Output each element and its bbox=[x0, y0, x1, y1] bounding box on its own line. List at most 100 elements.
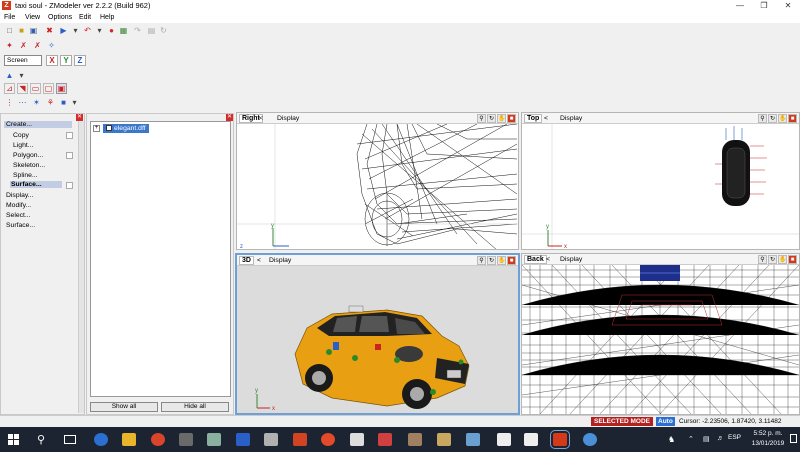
document-icon-2[interactable] bbox=[524, 433, 538, 446]
viewport-back[interactable]: Back < Display ⚲ ↻ ✋ ■ bbox=[521, 253, 800, 415]
zoom-icon-2[interactable]: ⚲ bbox=[758, 114, 767, 123]
pivot-dropdown-icon[interactable]: ▾ bbox=[16, 70, 27, 81]
show-all-button[interactable]: Show all bbox=[90, 402, 158, 412]
powerpoint-icon[interactable] bbox=[293, 433, 307, 446]
menu-file[interactable]: File bbox=[4, 14, 15, 21]
maximize-button[interactable]: ❐ bbox=[752, 0, 776, 12]
word-icon[interactable] bbox=[236, 433, 250, 446]
menu-view[interactable]: View bbox=[25, 14, 40, 21]
tree-item-elegant[interactable]: elegant.dff bbox=[103, 124, 149, 133]
menu-options[interactable]: Options bbox=[48, 14, 72, 21]
dropdown-icon[interactable]: ▾ bbox=[70, 25, 81, 36]
weld-icon[interactable]: ⋮ bbox=[4, 97, 15, 108]
copy-options-button[interactable] bbox=[66, 132, 73, 139]
viewport-top[interactable]: Top < Display ⚲ ↻ ✋ ■ y x bbox=[521, 112, 800, 250]
cmd-surface-sub[interactable]: Surface... bbox=[10, 181, 62, 188]
viewport-3d-canvas[interactable]: y x bbox=[237, 266, 518, 413]
cmd-select[interactable]: Select... bbox=[6, 212, 31, 219]
axis-z-button[interactable]: Z bbox=[74, 55, 86, 66]
app-icon-7[interactable] bbox=[264, 433, 278, 446]
viewport-right-mode[interactable]: Display bbox=[277, 115, 299, 122]
chevron-up-icon[interactable]: ⌃ bbox=[688, 435, 694, 443]
panel-close-icon[interactable]: ✕ bbox=[76, 114, 83, 121]
rotate-view-icon-2[interactable]: ↻ bbox=[768, 114, 777, 123]
delete-icon[interactable]: ✖ bbox=[44, 25, 55, 36]
pan-icon[interactable]: ✋ bbox=[497, 114, 506, 123]
coord-system-select[interactable]: Screen bbox=[4, 55, 42, 66]
edge-mode-icon[interactable]: ◥ bbox=[17, 83, 28, 94]
clock-time[interactable]: 5:52 p. m. bbox=[748, 430, 788, 437]
app-icon-9[interactable] bbox=[321, 433, 335, 446]
skeleton-icon[interactable]: ✶ bbox=[31, 97, 42, 108]
surface-options-button[interactable] bbox=[66, 182, 73, 189]
windows-start-icon[interactable] bbox=[8, 434, 19, 445]
mode-arrow-icon[interactable]: < bbox=[259, 115, 263, 122]
app-icon-globe[interactable] bbox=[583, 433, 597, 446]
image-icon[interactable] bbox=[466, 433, 480, 446]
menu-edit[interactable]: Edit bbox=[79, 14, 91, 21]
chrome-icon[interactable] bbox=[151, 433, 165, 446]
clock-date[interactable]: 13/01/2019 bbox=[748, 440, 788, 447]
photo-icon-2[interactable] bbox=[437, 433, 451, 446]
checkbox-icon[interactable] bbox=[106, 125, 112, 132]
new-file-icon[interactable]: □ bbox=[4, 25, 15, 36]
pan-icon-4[interactable]: ✋ bbox=[778, 255, 787, 264]
cmd-spline[interactable]: Spline... bbox=[13, 172, 38, 179]
hide-all-button[interactable]: Hide all bbox=[161, 402, 229, 412]
clipboard-icon[interactable]: ▤ bbox=[146, 25, 157, 36]
maximize-view-icon-4[interactable]: ■ bbox=[788, 255, 797, 264]
cmd-polygon[interactable]: Polygon... bbox=[13, 152, 43, 159]
maximize-view-icon-2[interactable]: ■ bbox=[788, 114, 797, 123]
auto-badge[interactable]: Auto bbox=[656, 417, 675, 426]
dropdown-icon-2[interactable]: ▾ bbox=[94, 25, 105, 36]
polygon-options-button[interactable] bbox=[66, 152, 73, 159]
zoom-icon-3[interactable]: ⚲ bbox=[477, 256, 486, 265]
viewport-3d-name[interactable]: 3D bbox=[239, 256, 254, 265]
zoom-icon[interactable]: ⚲ bbox=[477, 114, 486, 123]
split-icon[interactable]: ⋯ bbox=[17, 97, 28, 108]
pan-icon-3[interactable]: ✋ bbox=[497, 256, 506, 265]
viewport-top-mode[interactable]: Display bbox=[560, 115, 582, 122]
maximize-view-icon[interactable]: ■ bbox=[507, 114, 516, 123]
edge-browser-icon[interactable] bbox=[94, 433, 108, 446]
mail-icon[interactable] bbox=[350, 433, 364, 446]
refresh-icon[interactable]: ↻ bbox=[158, 25, 169, 36]
save-icon[interactable]: ▣ bbox=[28, 25, 39, 36]
viewport-back-mode[interactable]: Display bbox=[560, 256, 582, 263]
document-icon[interactable] bbox=[497, 433, 511, 446]
import-icon[interactable]: ▶ bbox=[58, 25, 69, 36]
redo-icon[interactable]: ↷ bbox=[132, 25, 143, 36]
task-view-icon[interactable] bbox=[64, 435, 76, 444]
viewport-top-canvas[interactable]: y x bbox=[522, 124, 799, 249]
open-folder-icon[interactable]: ■ bbox=[16, 25, 27, 36]
mode-arrow-icon-3[interactable]: < bbox=[257, 257, 261, 264]
menu-help[interactable]: Help bbox=[100, 14, 114, 21]
cmd-display[interactable]: Display... bbox=[6, 192, 33, 199]
rotate-view-icon-3[interactable]: ↻ bbox=[487, 256, 496, 265]
cmd-light[interactable]: Light... bbox=[13, 142, 33, 149]
viewport-back-canvas[interactable] bbox=[522, 264, 799, 414]
cmd-create[interactable]: Create... bbox=[4, 121, 72, 128]
close-button[interactable]: ✕ bbox=[776, 0, 800, 12]
rotate-view-icon-4[interactable]: ↻ bbox=[768, 255, 777, 264]
cmd-skeleton[interactable]: Skeleton... bbox=[13, 162, 45, 169]
tree-close-icon[interactable]: ✕ bbox=[226, 114, 233, 121]
maximize-view-icon-3[interactable]: ■ bbox=[507, 256, 516, 265]
cmd-copy[interactable]: Copy bbox=[13, 132, 29, 139]
pan-icon-2[interactable]: ✋ bbox=[778, 114, 787, 123]
viewport-top-name[interactable]: Top bbox=[524, 114, 543, 123]
mode-arrow-icon-2[interactable]: < bbox=[544, 115, 548, 122]
file-explorer-icon[interactable] bbox=[122, 433, 136, 446]
cmd-modify[interactable]: Modify... bbox=[6, 202, 31, 209]
mode-arrow-icon-4[interactable]: < bbox=[546, 256, 550, 263]
record-icon[interactable]: ● bbox=[106, 25, 117, 36]
group-mode-icon[interactable]: ▣ bbox=[56, 83, 67, 94]
app-icon-5[interactable] bbox=[207, 433, 221, 446]
scale-icon[interactable]: ✧ bbox=[46, 40, 57, 51]
zmodeler-taskbar-icon[interactable] bbox=[550, 430, 570, 449]
select-icon[interactable]: ✦ bbox=[4, 40, 15, 51]
people-icon[interactable]: ♞ bbox=[668, 435, 675, 444]
axis-x-button[interactable]: X bbox=[46, 55, 58, 66]
store-icon[interactable] bbox=[179, 433, 193, 446]
notification-icon[interactable] bbox=[790, 434, 797, 443]
